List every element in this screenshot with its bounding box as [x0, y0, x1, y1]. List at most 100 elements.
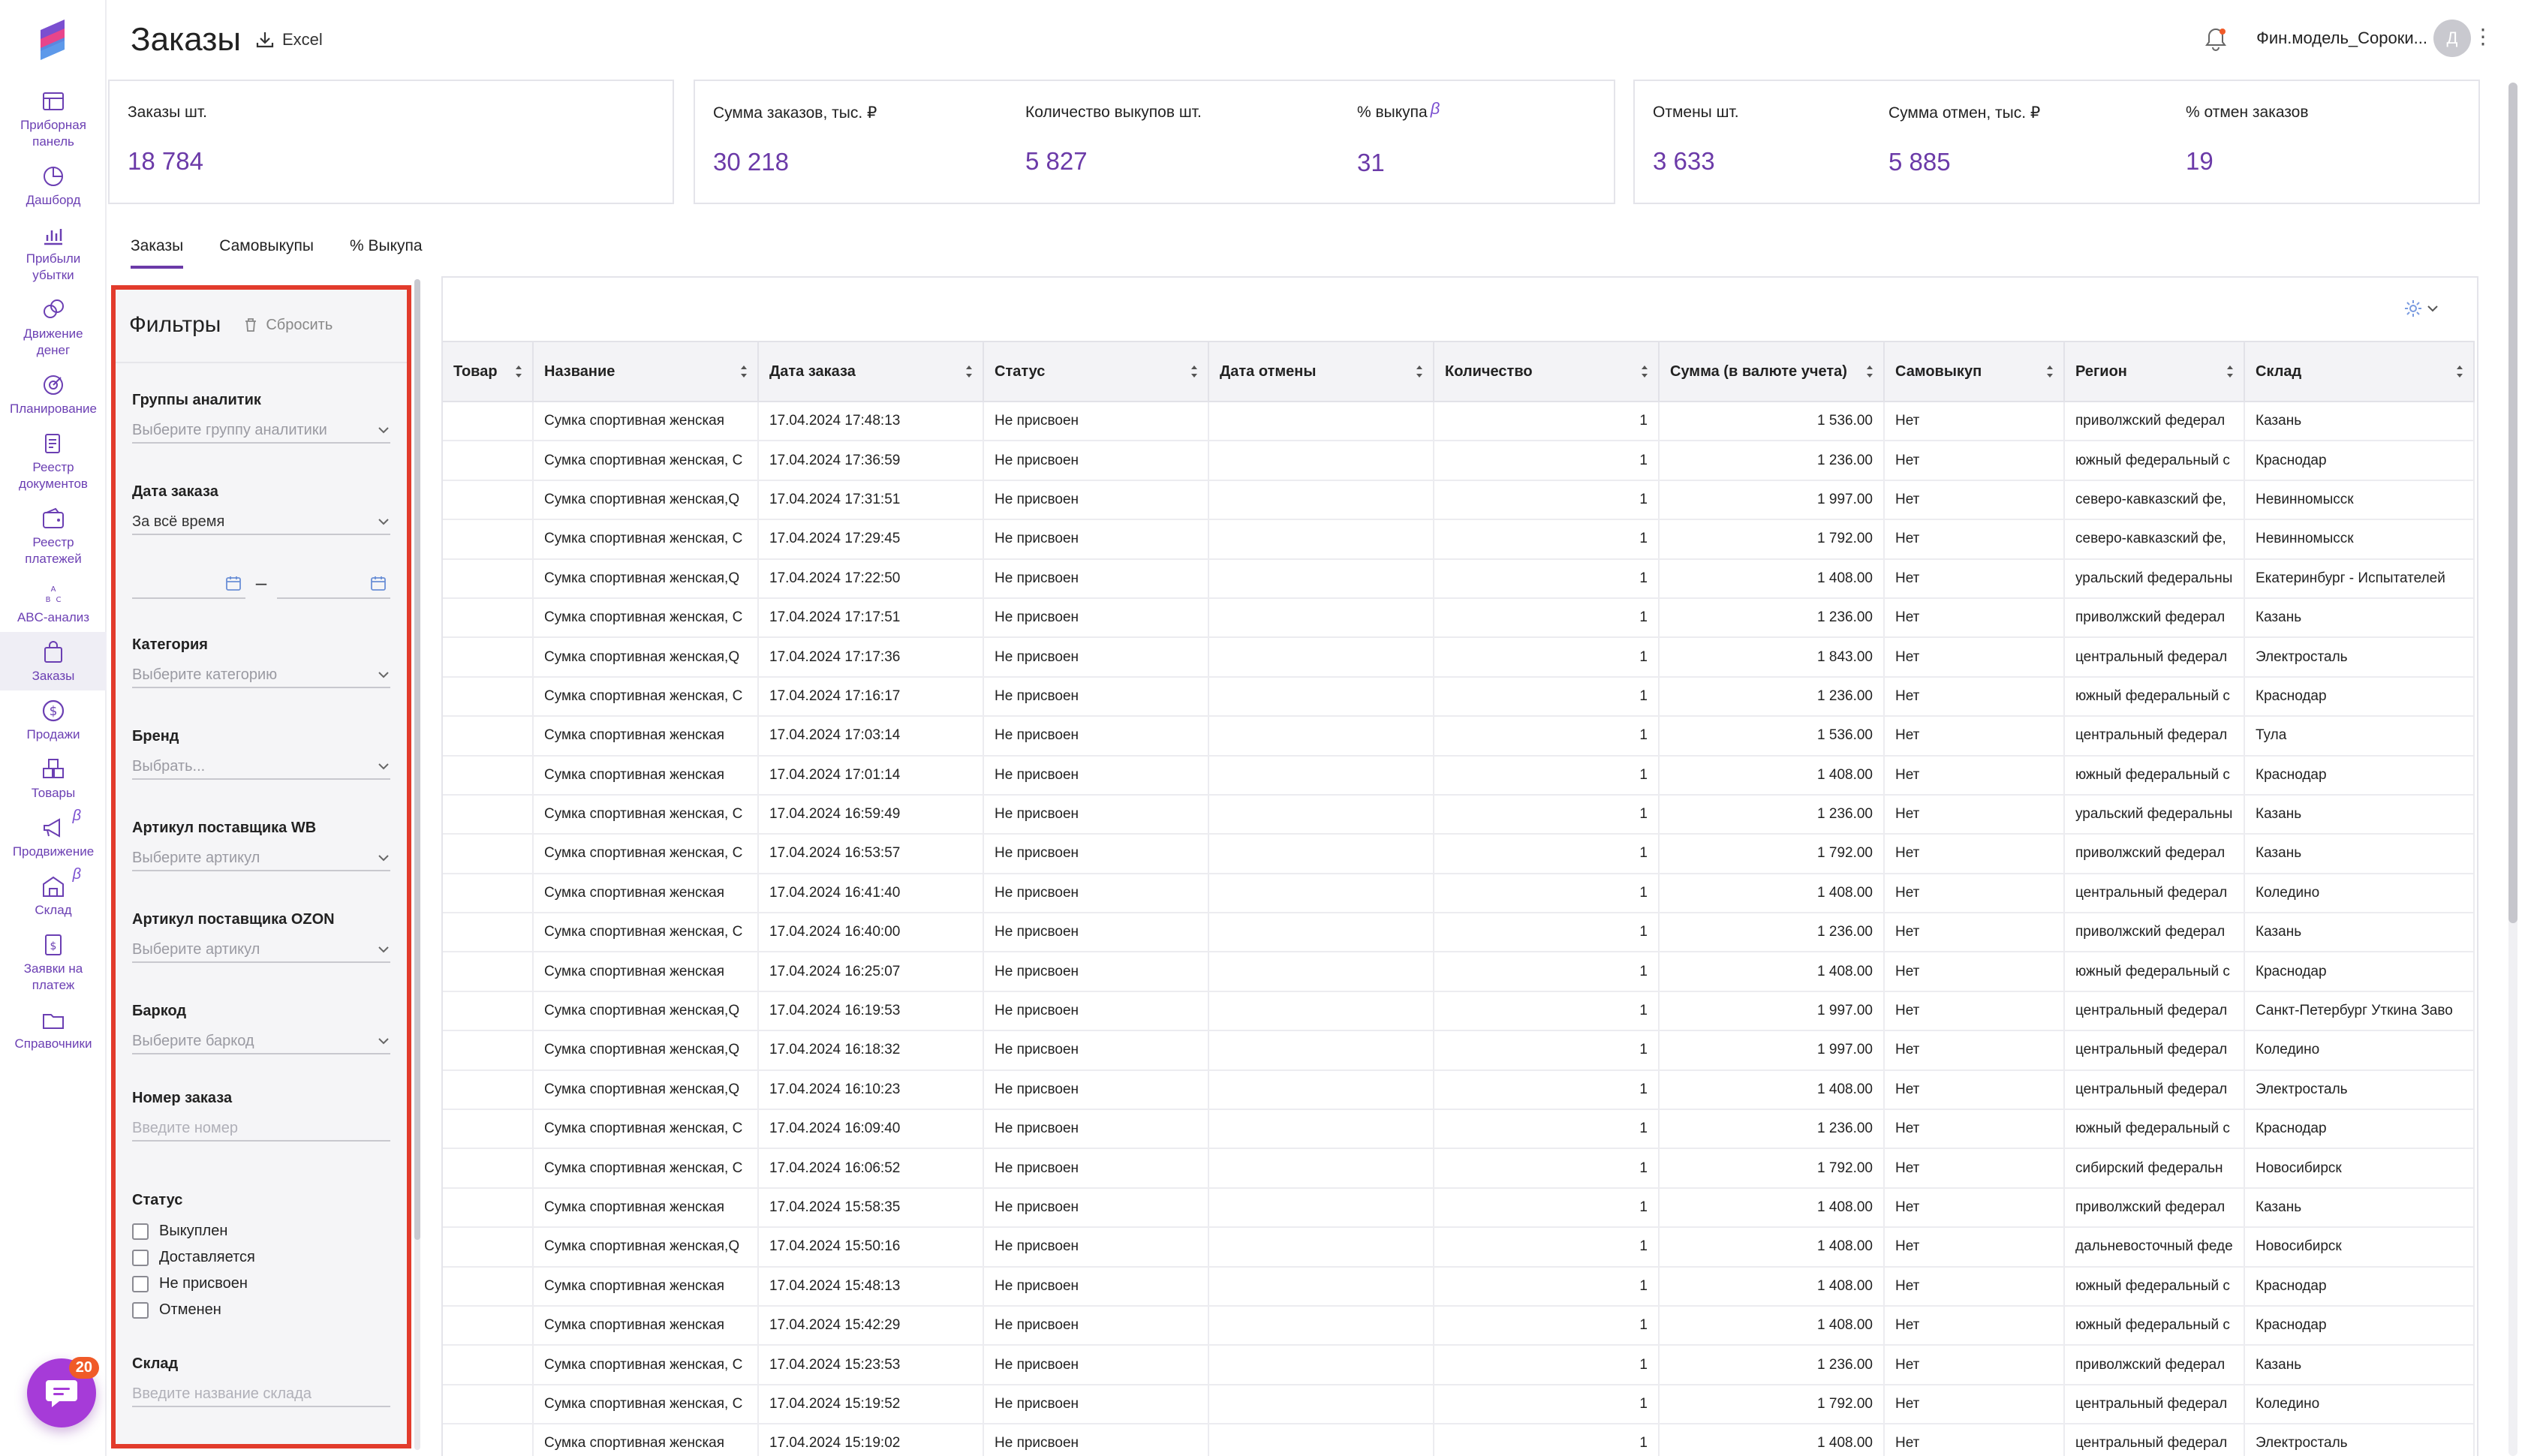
sidebar-item-9[interactable]: $ Продажи	[0, 690, 107, 749]
tab-self-buyouts[interactable]: Самовыкупы	[219, 237, 314, 269]
status-option-bought[interactable]: Выкуплен	[132, 1223, 390, 1240]
sort-icon[interactable]	[514, 363, 523, 380]
table-row[interactable]: Сумка спортивная женская 17.04.2024 16:25…	[443, 952, 2475, 992]
sort-icon[interactable]	[1415, 363, 1424, 380]
sort-icon[interactable]	[739, 363, 748, 380]
table-row[interactable]: Сумка спортивная женская 17.04.2024 16:41…	[443, 873, 2475, 914]
sidebar-item-13[interactable]: $ Заявки на платеж	[0, 925, 107, 1000]
table-row[interactable]: Сумка спортивная женская, С 17.04.2024 17…	[443, 519, 2475, 560]
barcode-select[interactable]: Выберите баркод	[132, 1029, 390, 1054]
checkbox[interactable]	[132, 1249, 149, 1266]
table-row[interactable]: Сумка спортивная женская 17.04.2024 15:42…	[443, 1305, 2475, 1346]
table-cell	[443, 834, 534, 874]
table-row[interactable]: Сумка спортивная женская, С 17.04.2024 15…	[443, 1345, 2475, 1385]
column-header-7[interactable]: Самовыкуп	[1884, 341, 2065, 402]
order-number-input[interactable]: Введите номер	[132, 1116, 390, 1142]
checkbox[interactable]	[132, 1275, 149, 1292]
sort-icon[interactable]	[1640, 363, 1649, 380]
sidebar-item-11[interactable]: β Продвижение	[0, 808, 107, 866]
filters-scroll-thumb[interactable]	[414, 279, 420, 1240]
tab-buyout-percent[interactable]: % Выкупа	[350, 237, 423, 269]
table-cell: Нет	[1884, 480, 2065, 521]
column-header-6[interactable]: Сумма (в валюте учета)	[1659, 341, 1885, 402]
column-header-9[interactable]: Склад	[2244, 341, 2475, 402]
column-header-0[interactable]: Товар	[443, 341, 534, 402]
sidebar-item-6[interactable]: Реестр платежей	[0, 498, 107, 573]
sidebar-item-1[interactable]: Дашборд	[0, 156, 107, 215]
column-header-1[interactable]: Название	[533, 341, 759, 402]
sort-icon[interactable]	[2455, 363, 2464, 380]
sidebar-item-2[interactable]: Прибыли убытки	[0, 215, 107, 290]
ozon-article-select[interactable]: Выберите артикул	[132, 937, 390, 963]
avatar[interactable]: Д	[2433, 20, 2471, 57]
table-row[interactable]: Сумка спортивная женская,Q 17.04.2024 16:…	[443, 991, 2475, 1032]
sort-icon[interactable]	[1190, 363, 1199, 380]
order-date-select[interactable]: За всё время	[132, 510, 390, 535]
table-row[interactable]: Сумка спортивная женская, С 17.04.2024 17…	[443, 676, 2475, 717]
table-row[interactable]: Сумка спортивная женская, С 17.04.2024 17…	[443, 597, 2475, 639]
more-menu-icon[interactable]: ⋮	[2472, 26, 2493, 48]
table-row[interactable]: Сумка спортивная женская, С 17.04.2024 16…	[443, 1148, 2475, 1189]
sidebar-item-3[interactable]: Движение денег	[0, 290, 107, 365]
warehouse-input[interactable]: Введите название склада	[132, 1382, 390, 1407]
page-scroll-thumb[interactable]	[2508, 83, 2517, 923]
table-row[interactable]: Сумка спортивная женская,Q 17.04.2024 16:…	[443, 1030, 2475, 1071]
table-settings-button[interactable]	[2403, 299, 2439, 318]
user-account-name[interactable]: Фин.модель_Сороки...	[2256, 29, 2427, 48]
status-option-delivering[interactable]: Доставляется	[132, 1249, 390, 1266]
checkbox[interactable]	[132, 1223, 149, 1240]
table-row[interactable]: Сумка спортивная женская 17.04.2024 17:01…	[443, 755, 2475, 796]
analytics-groups-select[interactable]: Выберите группу аналитики	[132, 418, 390, 444]
column-header-5[interactable]: Количество	[1434, 341, 1660, 402]
sidebar-item-5[interactable]: Реестр документов	[0, 423, 107, 498]
sidebar-item-14[interactable]: Справочники	[0, 1000, 107, 1058]
sort-icon[interactable]	[1865, 363, 1874, 380]
sort-icon[interactable]	[965, 363, 974, 380]
sidebar-item-4[interactable]: Планирование	[0, 365, 107, 423]
wb-article-select[interactable]: Выберите артикул	[132, 846, 390, 871]
tab-orders[interactable]: Заказы	[131, 237, 184, 269]
table-row[interactable]: Сумка спортивная женская 17.04.2024 15:19…	[443, 1424, 2475, 1456]
reset-filters-button[interactable]: Сбросить	[243, 317, 333, 334]
table-row[interactable]: Сумка спортивная женская 17.04.2024 15:48…	[443, 1266, 2475, 1307]
table-row[interactable]: Сумка спортивная женская, С 17.04.2024 15…	[443, 1384, 2475, 1425]
table-row[interactable]: Сумка спортивная женская 17.04.2024 17:03…	[443, 716, 2475, 757]
date-to-input[interactable]	[277, 569, 390, 599]
table-row[interactable]: Сумка спортивная женская 17.04.2024 15:58…	[443, 1187, 2475, 1229]
table-row[interactable]: Сумка спортивная женская, С 17.04.2024 16…	[443, 1109, 2475, 1150]
sidebar-item-0[interactable]: Приборная панель	[0, 81, 107, 156]
category-select[interactable]: Выберите категорию	[132, 663, 390, 688]
notifications-bell-icon[interactable]	[2202, 26, 2229, 53]
page-scrollbar[interactable]	[2508, 83, 2517, 1456]
table-row[interactable]: Сумка спортивная женская, С 17.04.2024 17…	[443, 441, 2475, 481]
table-row[interactable]: Сумка спортивная женская, С 17.04.2024 16…	[443, 913, 2475, 953]
sort-icon[interactable]	[2045, 363, 2054, 380]
sidebar-item-10[interactable]: Товары	[0, 749, 107, 808]
brand-select[interactable]: Выбрать...	[132, 754, 390, 780]
table-cell: Не присвоен	[983, 1345, 1209, 1385]
status-option-cancelled[interactable]: Отменен	[132, 1301, 390, 1319]
table-row[interactable]: Сумка спортивная женская, С 17.04.2024 16…	[443, 834, 2475, 874]
status-option-unassigned[interactable]: Не присвоен	[132, 1275, 390, 1292]
filters-scrollbar[interactable]	[414, 279, 420, 1450]
column-header-3[interactable]: Статус	[983, 341, 1209, 402]
table-row[interactable]: Сумка спортивная женская,Q 17.04.2024 15:…	[443, 1227, 2475, 1268]
table-row[interactable]: Сумка спортивная женская,Q 17.04.2024 17:…	[443, 558, 2475, 599]
table-row[interactable]: Сумка спортивная женская,Q 17.04.2024 16:…	[443, 1069, 2475, 1111]
table-row[interactable]: Сумка спортивная женская, С 17.04.2024 16…	[443, 794, 2475, 835]
sidebar-item-8[interactable]: Заказы	[0, 632, 107, 690]
checkbox[interactable]	[132, 1301, 149, 1319]
table-row[interactable]: Сумка спортивная женская,Q 17.04.2024 17:…	[443, 637, 2475, 678]
excel-export-button[interactable]: Excel	[255, 30, 323, 50]
chat-button[interactable]: 20	[27, 1357, 99, 1427]
sidebar-item-12[interactable]: β Склад	[0, 866, 107, 925]
column-header-8[interactable]: Регион	[2064, 341, 2245, 402]
date-from-input[interactable]	[132, 569, 245, 599]
table-row[interactable]: Сумка спортивная женская,Q 17.04.2024 17:…	[443, 480, 2475, 521]
sort-icon[interactable]	[2226, 363, 2235, 380]
column-header-2[interactable]: Дата заказа	[758, 341, 984, 402]
column-header-4[interactable]: Дата отмены	[1208, 341, 1434, 402]
sidebar-item-7[interactable]: A B C ABC-анализ	[0, 573, 107, 632]
app-logo[interactable]	[33, 17, 75, 62]
table-row[interactable]: Сумка спортивная женская 17.04.2024 17:48…	[443, 402, 2475, 442]
